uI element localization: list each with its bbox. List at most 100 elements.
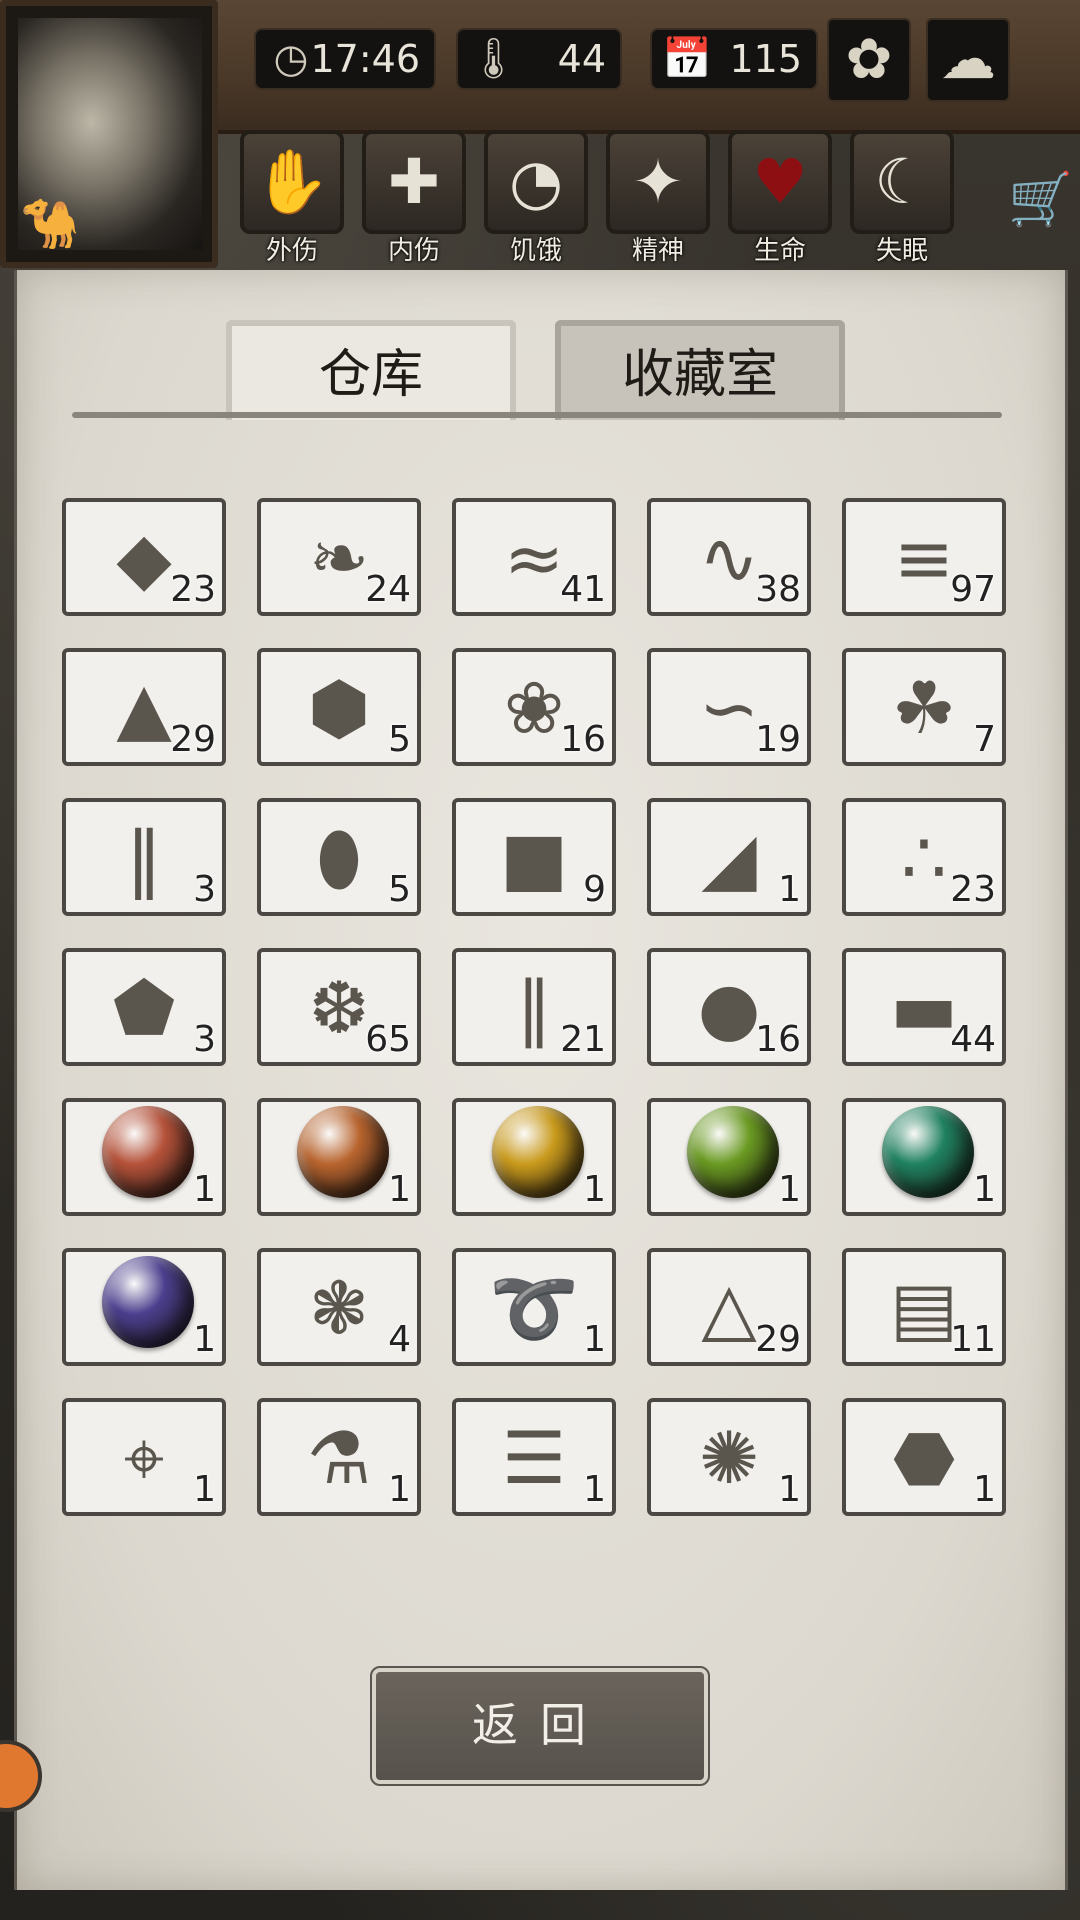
inventory-slot[interactable]: ▲ 29	[62, 648, 226, 766]
cloud-icon[interactable]: ☁	[926, 18, 1010, 102]
item-count: 1	[583, 1169, 606, 1210]
item-count: 1	[778, 869, 801, 910]
quartz-rock-icon: ⬣	[892, 1416, 956, 1500]
time-value: 17:46	[310, 37, 420, 81]
thermometer-icon: 🌡	[468, 36, 519, 82]
item-grid: ◆ 23 ❧ 24 ≈41 ∿ 38 ≡ 97 ▲ 29 ⬢ 5 ❀ 16 ∽ 19 ☘ 7 ‖ 3 ⬮ 5 ■ 9 ◢ 1 ∴ 23 ⬟…	[62, 498, 1012, 1522]
item-count: 21	[560, 1019, 606, 1060]
inventory-slot[interactable]: 1	[62, 1248, 226, 1366]
status-external-injury[interactable]: ✋ 外伤	[240, 130, 344, 270]
status-label: 失眠	[875, 236, 928, 266]
character-portrait[interactable]: 🐪	[0, 0, 218, 268]
brain-icon: ✦	[606, 130, 710, 234]
inventory-slot[interactable]: ∿ 38	[647, 498, 811, 616]
herb-icon: ☘	[891, 666, 957, 750]
inventory-slot[interactable]: ☰ 1	[452, 1398, 616, 1516]
item-count: 38	[755, 569, 801, 610]
item-count: 1	[193, 1319, 216, 1360]
item-count: 29	[170, 719, 216, 760]
hair-ball-icon: ✺	[698, 1416, 760, 1500]
item-count: 1	[193, 1469, 216, 1510]
temperature-value: 44	[557, 37, 606, 81]
status-hunger[interactable]: ◔ 饥饿	[484, 130, 588, 270]
inventory-slot[interactable]: △ 29	[647, 1248, 811, 1366]
soil-icon: ◢	[701, 816, 757, 900]
inventory-slot[interactable]: ▬ 44	[842, 948, 1006, 1066]
shopping-cart-icon[interactable]: 🛒	[1008, 168, 1073, 232]
inventory-slot[interactable]: 1	[62, 1098, 226, 1216]
inventory-slot[interactable]: ❆ 65	[257, 948, 421, 1066]
day-value: 115	[729, 37, 802, 81]
tab-storage[interactable]: 仓库	[226, 320, 516, 420]
inventory-slot[interactable]: ■ 9	[452, 798, 616, 916]
inventory-slot[interactable]: ‖ 3	[62, 798, 226, 916]
back-button[interactable]: 返回	[370, 1666, 710, 1786]
item-count: 23	[950, 869, 996, 910]
inventory-slot[interactable]: ➰ 1	[452, 1248, 616, 1366]
item-count: 3	[193, 869, 216, 910]
item-count: 1	[388, 1469, 411, 1510]
inventory-slot[interactable]: ⬟ 3	[62, 948, 226, 1066]
status-label: 精神	[631, 236, 684, 266]
item-count: 24	[365, 569, 411, 610]
rock-icon: ⬟	[112, 966, 176, 1050]
teal-orb-icon	[882, 1106, 974, 1198]
temperature-display: 🌡 44	[456, 28, 622, 90]
inventory-slot[interactable]: ● 16	[647, 948, 811, 1066]
hand-icon: ✋	[240, 130, 344, 234]
inventory-slot[interactable]: ❧ 24	[257, 498, 421, 616]
inventory-slot[interactable]: ☘ 7	[842, 648, 1006, 766]
item-count: 11	[950, 1319, 996, 1360]
item-count: 65	[365, 1019, 411, 1060]
moon-icon: ☾	[850, 130, 954, 234]
item-count: 1	[778, 1469, 801, 1510]
tab-collection[interactable]: 收藏室	[555, 320, 845, 420]
red-orb-icon	[102, 1106, 194, 1198]
inventory-slot[interactable]: 1	[452, 1098, 616, 1216]
item-count: 16	[755, 1019, 801, 1060]
item-count: 19	[755, 719, 801, 760]
item-count: 5	[388, 719, 411, 760]
item-count: 7	[973, 719, 996, 760]
inventory-slot[interactable]: ⌖ 1	[62, 1398, 226, 1516]
item-count: 29	[755, 1319, 801, 1360]
status-mental[interactable]: ✦ 精神	[606, 130, 710, 270]
item-count: 1	[778, 1169, 801, 1210]
inventory-slot[interactable]: ⬣ 1	[842, 1398, 1006, 1516]
inventory-slot[interactable]: 1	[647, 1098, 811, 1216]
inventory-slot[interactable]: 1	[842, 1098, 1006, 1216]
inventory-slot[interactable]: ⬮ 5	[257, 798, 421, 916]
inventory-slot[interactable]: ≡ 97	[842, 498, 1006, 616]
inventory-slot[interactable]: ⬢ 5	[257, 648, 421, 766]
inventory-slot[interactable]: ∥ 21	[452, 948, 616, 1066]
inventory-slot[interactable]: ◢ 1	[647, 798, 811, 916]
inventory-slot[interactable]: ≈41	[452, 498, 616, 616]
inventory-slot[interactable]: ∴ 23	[842, 798, 1006, 916]
status-label: 内伤	[387, 236, 440, 266]
item-count: 1	[193, 1169, 216, 1210]
item-count: 44	[950, 1019, 996, 1060]
calendar-icon: 📅	[662, 36, 712, 82]
inventory-slot[interactable]: 1	[257, 1098, 421, 1216]
status-insomnia[interactable]: ☾ 失眠	[850, 130, 954, 270]
inventory-slot[interactable]: ✺ 1	[647, 1398, 811, 1516]
yellow-orb-icon	[492, 1106, 584, 1198]
status-internal-injury[interactable]: ✚ 内伤	[362, 130, 466, 270]
clock-icon: ◷	[273, 36, 309, 82]
compass-icon: ⌖	[123, 1416, 165, 1500]
inventory-slot[interactable]: ∽ 19	[647, 648, 811, 766]
time-display: ◷ 17:46	[254, 28, 436, 90]
item-count: 41	[560, 569, 606, 610]
inventory-slot[interactable]: ⚗ 1	[257, 1398, 421, 1516]
inventory-slot[interactable]: ❀ 16	[452, 648, 616, 766]
inventory-slot[interactable]: ▤ 11	[842, 1248, 1006, 1366]
item-count: 9	[583, 869, 606, 910]
inventory-slot[interactable]: ◆ 23	[62, 498, 226, 616]
status-health[interactable]: ♥ 生命	[728, 130, 832, 270]
item-count: 1	[583, 1319, 606, 1360]
item-count: 4	[388, 1319, 411, 1360]
sunflower-icon[interactable]: ✿	[827, 18, 911, 102]
inventory-slot[interactable]: ❃ 4	[257, 1248, 421, 1366]
parchment-icon: ☰	[501, 1416, 567, 1500]
item-count: 1	[583, 1469, 606, 1510]
